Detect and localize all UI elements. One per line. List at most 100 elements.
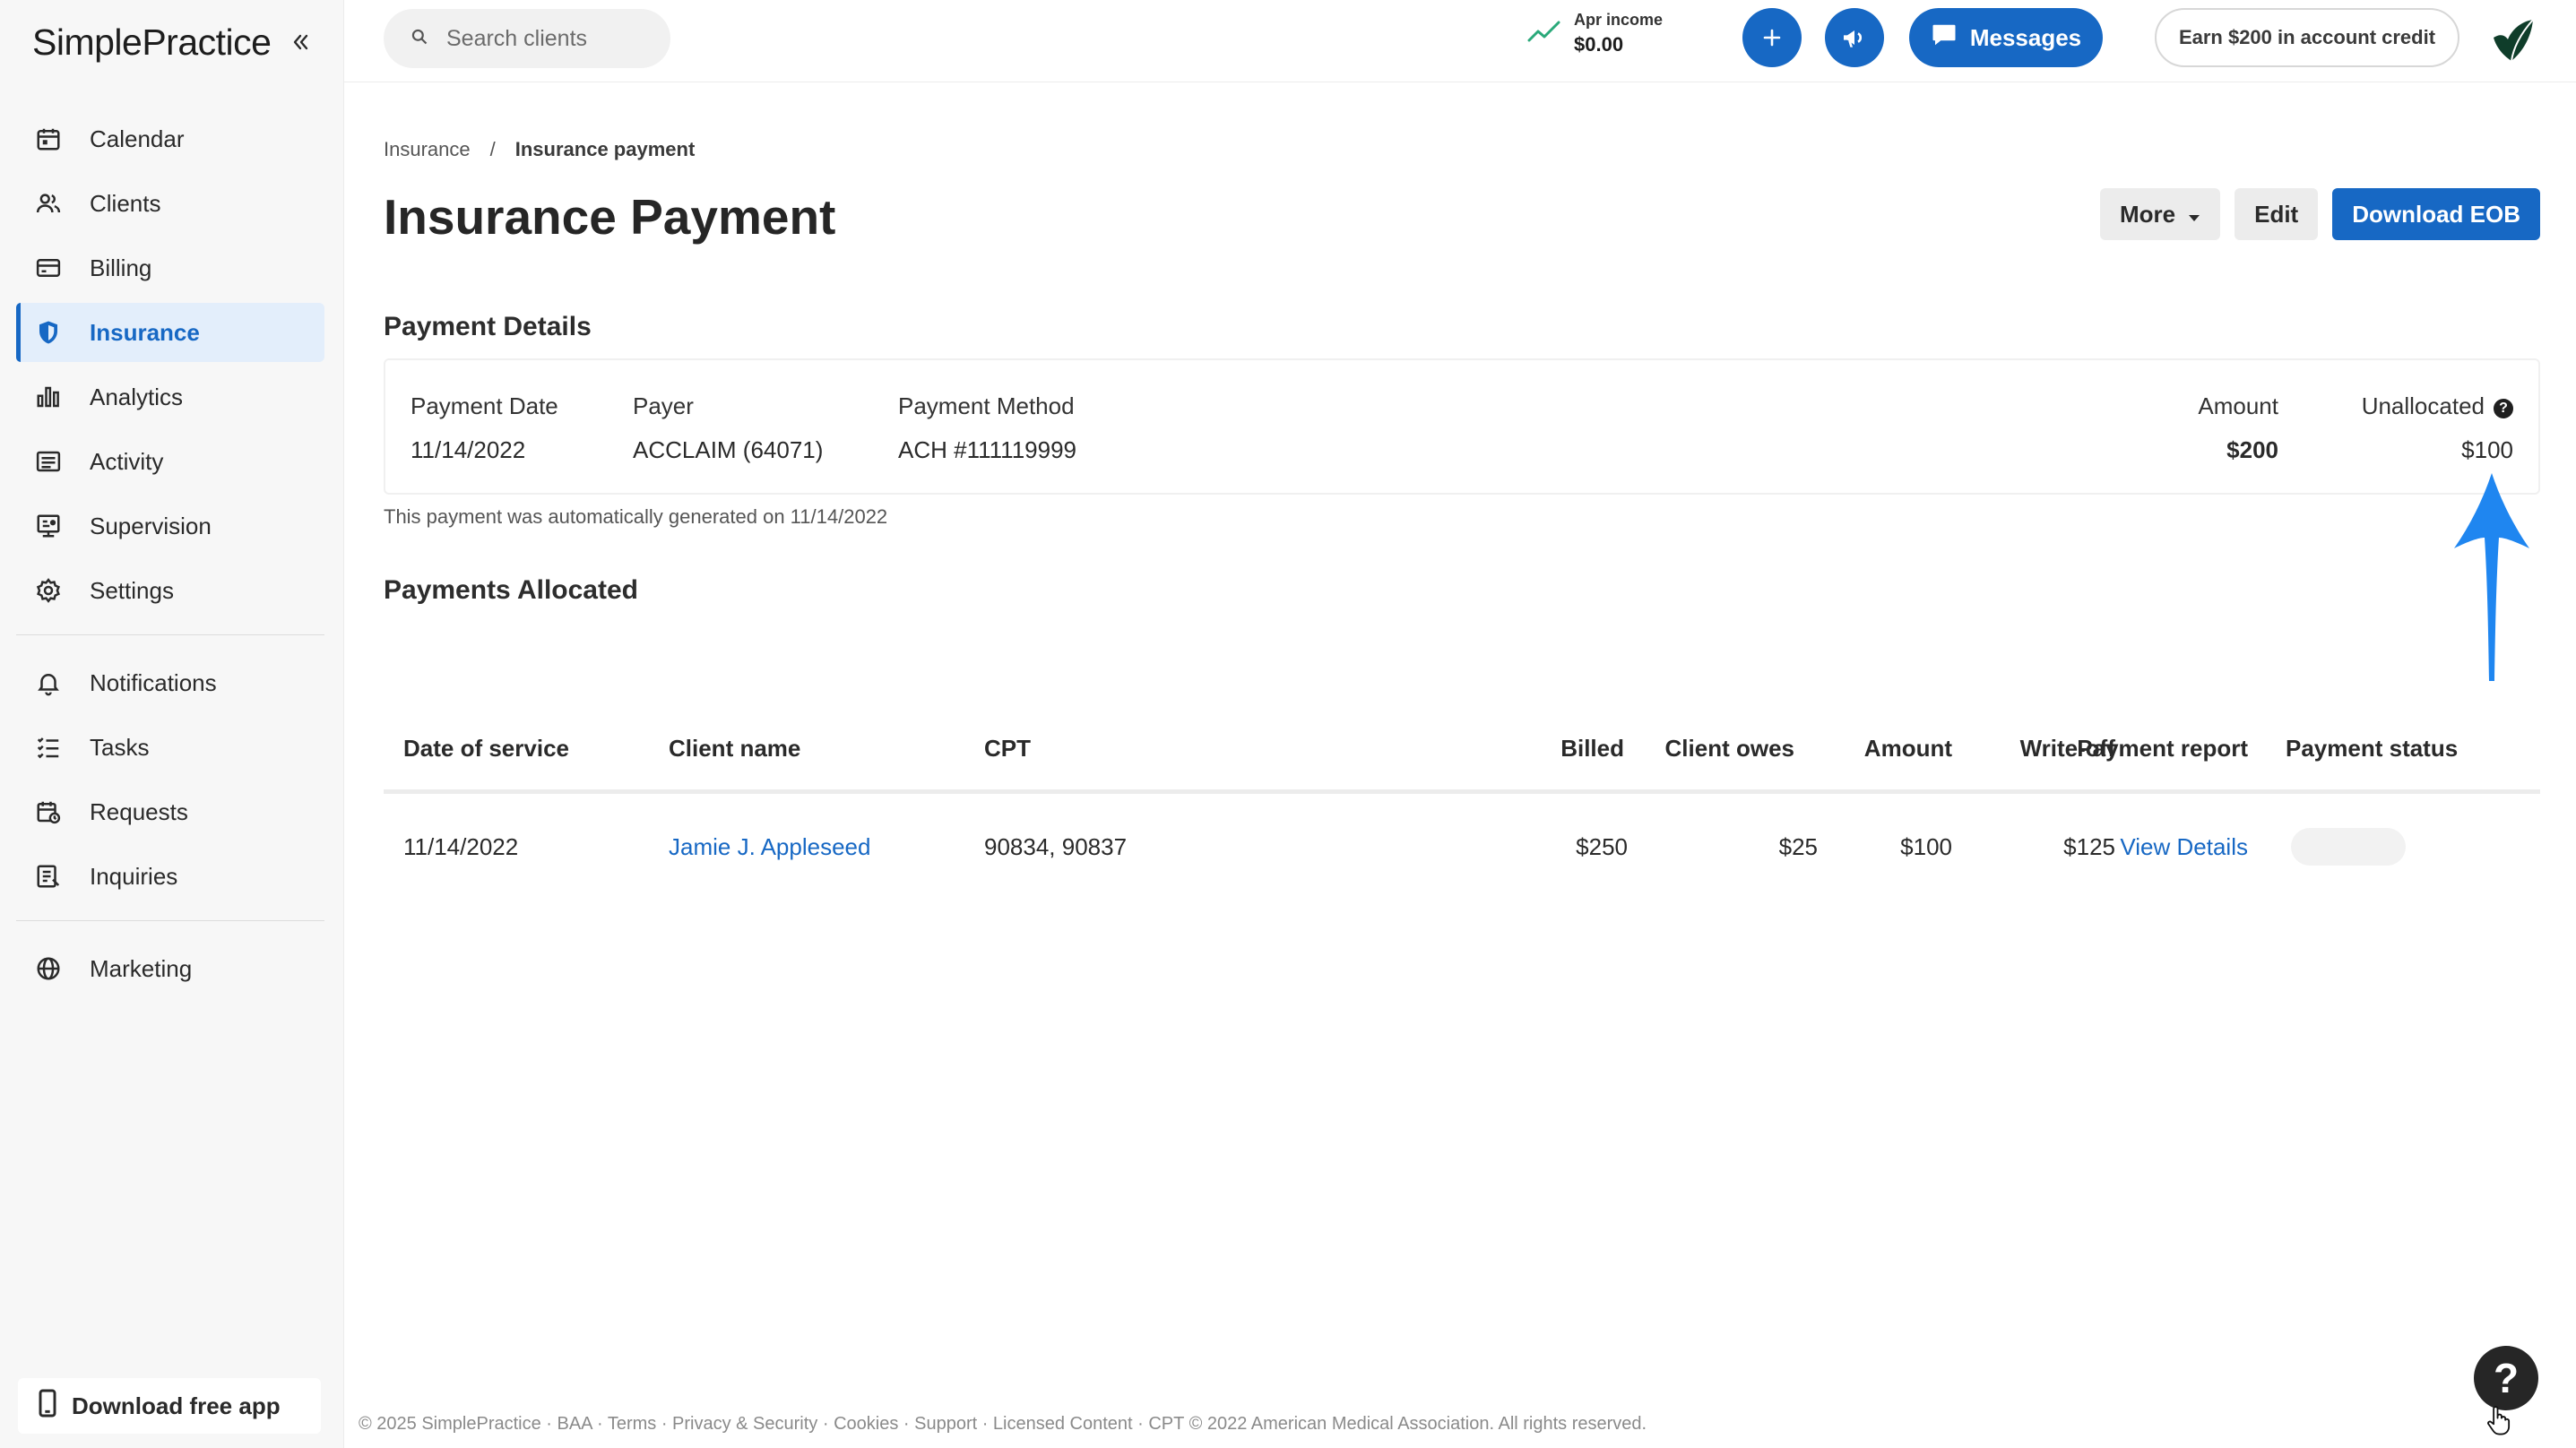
- table-header: Date of service Client name CPT Billed C…: [384, 704, 2540, 794]
- sidebar-item-calendar[interactable]: Calendar: [16, 109, 324, 168]
- sidebar-item-marketing[interactable]: Marketing: [16, 939, 324, 998]
- amount-value: $200: [2226, 436, 2278, 463]
- analytics-icon: [34, 383, 63, 411]
- sidebar-item-label: Activity: [90, 447, 164, 475]
- activity-icon: [34, 447, 63, 476]
- calendar-icon: [34, 125, 63, 153]
- question-mark-icon[interactable]: ?: [2494, 399, 2513, 418]
- client-name-link[interactable]: Jamie J. Appleseed: [669, 833, 870, 861]
- gear-icon: [34, 576, 63, 605]
- sidebar-item-label: Insurance: [90, 318, 200, 346]
- clients-icon: [34, 189, 63, 218]
- breadcrumb: Insurance / Insurance payment: [384, 138, 695, 161]
- auto-generated-note: This payment was automatically generated…: [384, 505, 888, 528]
- payer-field: Payer ACCLAIM (64071): [633, 392, 823, 464]
- download-app-label: Download free app: [72, 1392, 281, 1419]
- unallocated-label-row: Unallocated?: [2362, 392, 2513, 420]
- more-label: More: [2119, 200, 2176, 228]
- more-dropdown-button[interactable]: More: [2099, 188, 2221, 240]
- sidebar-item-supervision[interactable]: Supervision: [16, 496, 324, 556]
- cell-cpt: 90834, 90837: [984, 833, 1128, 860]
- cell-client-owes: $25: [1778, 833, 1818, 860]
- globe-icon: [34, 954, 63, 983]
- sidebar-item-analytics[interactable]: Analytics: [16, 367, 324, 427]
- sidebar-item-label: Analytics: [90, 383, 184, 410]
- announcements-button[interactable]: [1825, 8, 1884, 67]
- column-header-cpt: CPT: [984, 735, 1031, 762]
- payment-method-value: ACH #111119999: [898, 436, 1076, 463]
- app-logo[interactable]: SimplePractice: [32, 22, 272, 64]
- cell-write-off: $125: [2063, 833, 2115, 860]
- messages-label: Messages: [1969, 23, 2082, 51]
- column-header-billed: Billed: [1560, 735, 1624, 762]
- payment-date-label: Payment Date: [411, 392, 558, 419]
- phone-icon: [36, 1389, 59, 1424]
- unallocated-field: Unallocated? $100: [2362, 392, 2513, 464]
- caret-down-icon: [2188, 201, 2200, 228]
- sidebar-item-label: Calendar: [90, 125, 185, 152]
- cell-date: 11/14/2022: [403, 833, 519, 860]
- sidebar-item-requests[interactable]: Requests: [16, 782, 324, 841]
- breadcrumb-parent-link[interactable]: Insurance: [384, 138, 471, 161]
- amount-field: Amount $200: [2198, 392, 2278, 464]
- download-eob-button[interactable]: Download EOB: [2332, 188, 2540, 240]
- column-header-amount: Amount: [1863, 735, 1952, 762]
- chat-bubble-icon: [1931, 22, 1958, 54]
- unallocated-label: Unallocated: [2361, 392, 2485, 419]
- annotation-arrow-up: [2447, 473, 2537, 693]
- payer-label: Payer: [633, 392, 694, 419]
- create-button[interactable]: [1742, 8, 1802, 67]
- sidebar-item-label: Requests: [90, 797, 188, 825]
- sidebar-item-activity[interactable]: Activity: [16, 432, 324, 491]
- edit-button[interactable]: Edit: [2235, 188, 2319, 240]
- sidebar-divider: [16, 920, 324, 921]
- inquiries-icon: [34, 862, 63, 891]
- sidebar: SimplePractice Calendar Clients Billing: [0, 0, 344, 1448]
- column-header-payment-status: Payment status: [2286, 735, 2459, 762]
- search-placeholder: Search clients: [446, 25, 588, 51]
- sidebar-item-label: Settings: [90, 576, 174, 604]
- sidebar-item-inquiries[interactable]: Inquiries: [16, 847, 324, 906]
- breadcrumb-current: Insurance payment: [514, 138, 696, 160]
- view-details-link[interactable]: View Details: [2120, 833, 2248, 861]
- sidebar-item-settings[interactable]: Settings: [16, 561, 324, 620]
- plus-icon: [1763, 29, 1781, 47]
- unallocated-value: $100: [2461, 436, 2513, 463]
- sidebar-item-label: Tasks: [90, 733, 150, 761]
- trend-up-icon: [1527, 19, 1561, 48]
- footer-text: © 2025 SimplePractice · BAA · Terms · Pr…: [359, 1414, 1647, 1434]
- top-bar: Search clients Apr income $0.00 Messages…: [344, 0, 2576, 82]
- income-label: Apr income: [1574, 11, 1664, 29]
- leaf-logo-icon: [2494, 19, 2534, 62]
- column-header-client-owes: Client owes: [1664, 735, 1794, 762]
- payment-details-card: Payment Date 11/14/2022 Payer ACCLAIM (6…: [384, 358, 2540, 495]
- download-app-button[interactable]: Download free app: [18, 1378, 321, 1434]
- sidebar-item-clients[interactable]: Clients: [16, 174, 324, 233]
- sidebar-item-notifications[interactable]: Notifications: [16, 653, 324, 712]
- cell-billed: $250: [1576, 833, 1628, 860]
- payment-date-field: Payment Date 11/14/2022: [411, 392, 558, 464]
- income-widget[interactable]: Apr income $0.00: [1527, 11, 1663, 56]
- search-icon: [411, 26, 428, 52]
- sidebar-item-insurance[interactable]: Insurance: [16, 303, 324, 362]
- earn-credit-button[interactable]: Earn $200 in account credit: [2155, 8, 2459, 67]
- column-header-client: Client name: [669, 735, 801, 762]
- collapse-sidebar-button[interactable]: [285, 27, 316, 57]
- payment-details-heading: Payment Details: [384, 312, 592, 341]
- search-input[interactable]: Search clients: [384, 9, 670, 68]
- income-value: $0.00: [1574, 33, 1624, 56]
- cell-amount: $100: [1900, 833, 1952, 860]
- avatar[interactable]: [2485, 11, 2538, 65]
- page-actions: More Edit Download EOB: [2099, 188, 2540, 240]
- sidebar-item-billing[interactable]: Billing: [16, 238, 324, 297]
- sidebar-divider: [16, 634, 324, 635]
- table-row: 11/14/2022 Jamie J. Appleseed 90834, 908…: [384, 794, 2540, 901]
- help-button[interactable]: ?: [2474, 1346, 2538, 1410]
- sidebar-item-tasks[interactable]: Tasks: [16, 718, 324, 777]
- hand-cursor-icon: [2485, 1405, 2511, 1440]
- payer-value: ACCLAIM (64071): [633, 436, 824, 463]
- amount-label: Amount: [2198, 392, 2278, 419]
- sidebar-item-label: Supervision: [90, 512, 212, 539]
- column-header-payment-report: Payment report: [2077, 735, 2248, 762]
- messages-button[interactable]: Messages: [1909, 8, 2103, 67]
